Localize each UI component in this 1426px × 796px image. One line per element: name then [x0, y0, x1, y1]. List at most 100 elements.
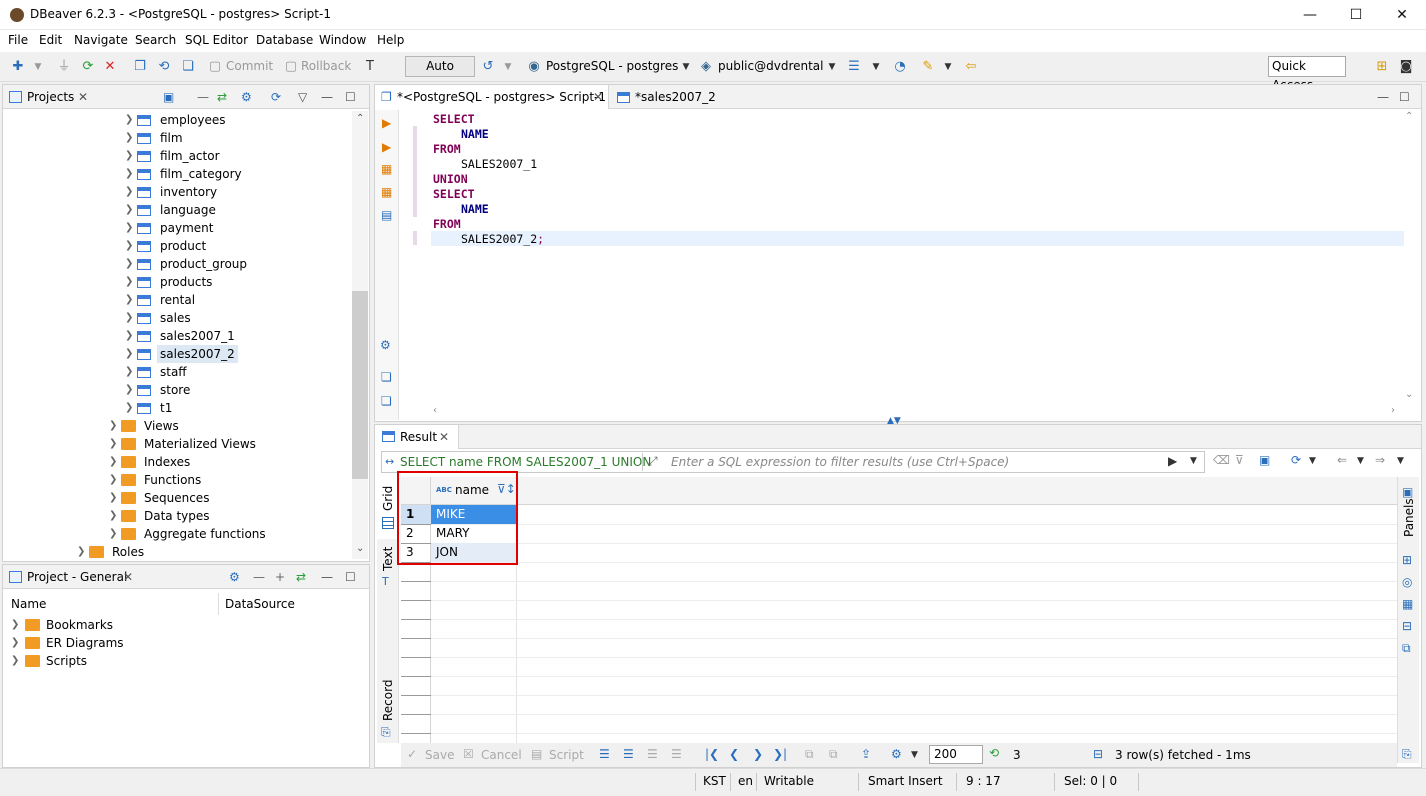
chevron-right-icon[interactable]: ❯	[11, 616, 21, 634]
tree-item[interactable]: ❯ film_category	[3, 165, 351, 183]
dropdown-arrow-icon[interactable]: ▼	[940, 59, 956, 75]
tree-item[interactable]: ❯ Data types	[3, 507, 351, 525]
edit-row-icon[interactable]: ☰	[599, 747, 610, 761]
menu-edit[interactable]: Edit	[39, 33, 62, 47]
delete-row-icon[interactable]: ☰	[671, 747, 682, 761]
tree-item[interactable]: ❯ sales2007_1	[3, 327, 351, 345]
add-row-icon[interactable]: ☰	[623, 747, 634, 761]
view-menu-icon[interactable]: ▽	[298, 90, 307, 104]
tree-item[interactable]: ❯ payment	[3, 219, 351, 237]
collapse-icon[interactable]: —	[253, 570, 265, 584]
transaction-mode-icon[interactable]: T	[362, 59, 378, 75]
new-connection-icon[interactable]: ✚	[10, 59, 26, 75]
script-button[interactable]: Script	[549, 748, 584, 762]
dropdown-arrow-icon[interactable]: ▼	[1397, 456, 1404, 466]
first-page-icon[interactable]: |❮	[705, 747, 719, 761]
new-folder-icon[interactable]: ▣	[163, 90, 174, 104]
dropdown-arrow-icon[interactable]: ▼	[824, 59, 840, 75]
scroll-up-icon[interactable]: ⌃	[356, 113, 364, 124]
minimize-button[interactable]: —	[1287, 0, 1333, 30]
perspective-icon[interactable]: ⊞	[1374, 59, 1390, 75]
dropdown-arrow-icon[interactable]: ▼	[678, 59, 694, 75]
tree-item[interactable]: ❯ rental	[3, 291, 351, 309]
maximize-button[interactable]: ☐	[1333, 0, 1379, 30]
chevron-right-icon[interactable]: ❯	[125, 237, 135, 255]
dropdown-arrow-icon[interactable]: ▼	[500, 59, 516, 75]
projects-tab[interactable]: Projects	[27, 90, 74, 104]
tree-item[interactable]: ❯ language	[3, 201, 351, 219]
chevron-right-icon[interactable]: ❯	[125, 363, 135, 381]
column-header-datasource[interactable]: DataSource	[225, 597, 295, 611]
forward-arrow-icon[interactable]: ⇒	[1375, 453, 1385, 467]
execute-script-new-tab-icon[interactable]: ▦	[381, 185, 392, 199]
record-tab[interactable]: Record ⎘	[377, 673, 399, 743]
explain-plan-icon[interactable]: ▤	[381, 208, 392, 222]
sql-code-area[interactable]: SELECT NAME FROM SALES2007_1 UNION SELECT NAME…	[433, 112, 1393, 262]
minimize-icon[interactable]: —	[1377, 90, 1389, 104]
history-icon[interactable]: ↺	[480, 59, 496, 75]
chevron-right-icon[interactable]: ❯	[125, 111, 135, 129]
plug-icon[interactable]: ⏚	[56, 59, 72, 75]
fetch-size-input[interactable]: 200	[929, 745, 983, 764]
scroll-thumb[interactable]	[352, 291, 368, 479]
close-icon[interactable]: ✕	[78, 90, 88, 104]
chevron-right-icon[interactable]: ❯	[125, 399, 135, 417]
link-editor-icon[interactable]: ⇄	[217, 90, 227, 104]
chevron-right-icon[interactable]: ❯	[125, 345, 135, 363]
chevron-right-icon[interactable]: ❯	[125, 129, 135, 147]
editor-tab-sales2007-2[interactable]: *sales2007_2	[635, 90, 716, 104]
chevron-right-icon[interactable]: ❯	[125, 183, 135, 201]
tree-item[interactable]: ❯ sales	[3, 309, 351, 327]
close-icon[interactable]: ✕	[593, 90, 603, 104]
refresh-icon[interactable]: ⟲	[156, 59, 172, 75]
chevron-right-icon[interactable]: ❯	[125, 381, 135, 399]
execute-new-tab-icon[interactable]: ▶	[382, 140, 391, 154]
tree-item[interactable]: ❯ Functions	[3, 471, 351, 489]
collapse-all-icon[interactable]: —	[197, 90, 209, 104]
tree-item[interactable]: ❯ store	[3, 381, 351, 399]
last-page-icon[interactable]: ❯|	[773, 747, 787, 761]
scroll-down-icon[interactable]: ⌄	[356, 543, 364, 554]
filter-settings-icon[interactable]: ▣	[1259, 453, 1270, 467]
tools-icon[interactable]: ✎	[920, 59, 936, 75]
minimize-icon[interactable]: —	[321, 570, 333, 584]
connect-icon[interactable]: ⟳	[80, 59, 96, 75]
chevron-right-icon[interactable]: ❯	[125, 219, 135, 237]
toggle-panels-icon[interactable]: ⎘	[1402, 747, 1412, 762]
eraser-icon[interactable]: ⌫	[1213, 453, 1230, 467]
tree-item[interactable]: ❯ Aggregate functions	[3, 525, 351, 543]
sync-icon[interactable]: ⟳	[271, 90, 281, 104]
tree-item[interactable]: ❯ film	[3, 129, 351, 147]
back-arrow-icon[interactable]: ⇐	[1337, 453, 1347, 467]
chevron-right-icon[interactable]: ❯	[125, 147, 135, 165]
column-header-name[interactable]: Name	[11, 597, 46, 611]
menu-file[interactable]: File	[8, 33, 28, 47]
panels-icon[interactable]: ▣	[1402, 485, 1413, 499]
scroll-right-icon[interactable]: ›	[1391, 405, 1395, 416]
menu-database[interactable]: Database	[256, 33, 313, 47]
tree-item[interactable]: ❯ film_actor	[3, 147, 351, 165]
chevron-right-icon[interactable]: ❯	[109, 507, 119, 525]
metadata-icon[interactable]: ⊟	[1402, 619, 1412, 633]
chevron-right-icon[interactable]: ❯	[109, 525, 119, 543]
tree-scrollbar[interactable]: ⌃ ⌄	[352, 111, 368, 559]
refresh-icon[interactable]: ⟳	[1291, 453, 1301, 467]
maximize-icon[interactable]: ☐	[1399, 90, 1410, 104]
load-script-icon[interactable]: ❏	[381, 370, 392, 384]
scroll-down-icon[interactable]: ⌄	[1405, 389, 1413, 400]
active-connection-selector[interactable]: PostgreSQL - postgres	[546, 59, 678, 73]
format-icon[interactable]: ☰	[846, 59, 862, 75]
dbeaver-perspective-icon[interactable]: ◙	[1398, 59, 1414, 75]
cancel-button[interactable]: Cancel	[481, 748, 522, 762]
menu-sql-editor[interactable]: SQL Editor	[185, 33, 248, 47]
dropdown-arrow-icon[interactable]: ▼	[1309, 456, 1316, 466]
close-button[interactable]: ✕	[1379, 0, 1425, 30]
save-script-icon[interactable]: ❏	[381, 394, 392, 408]
menu-help[interactable]: Help	[377, 33, 404, 47]
chevron-right-icon[interactable]: ❯	[125, 327, 135, 345]
gear-icon[interactable]: ⚙	[380, 338, 391, 352]
filter-history-icon[interactable]: ▼	[1190, 456, 1197, 466]
new-script-icon[interactable]: ❏	[180, 59, 196, 75]
text-tab[interactable]: Text T	[377, 541, 399, 591]
execute-statement-icon[interactable]: ▶	[382, 116, 391, 130]
